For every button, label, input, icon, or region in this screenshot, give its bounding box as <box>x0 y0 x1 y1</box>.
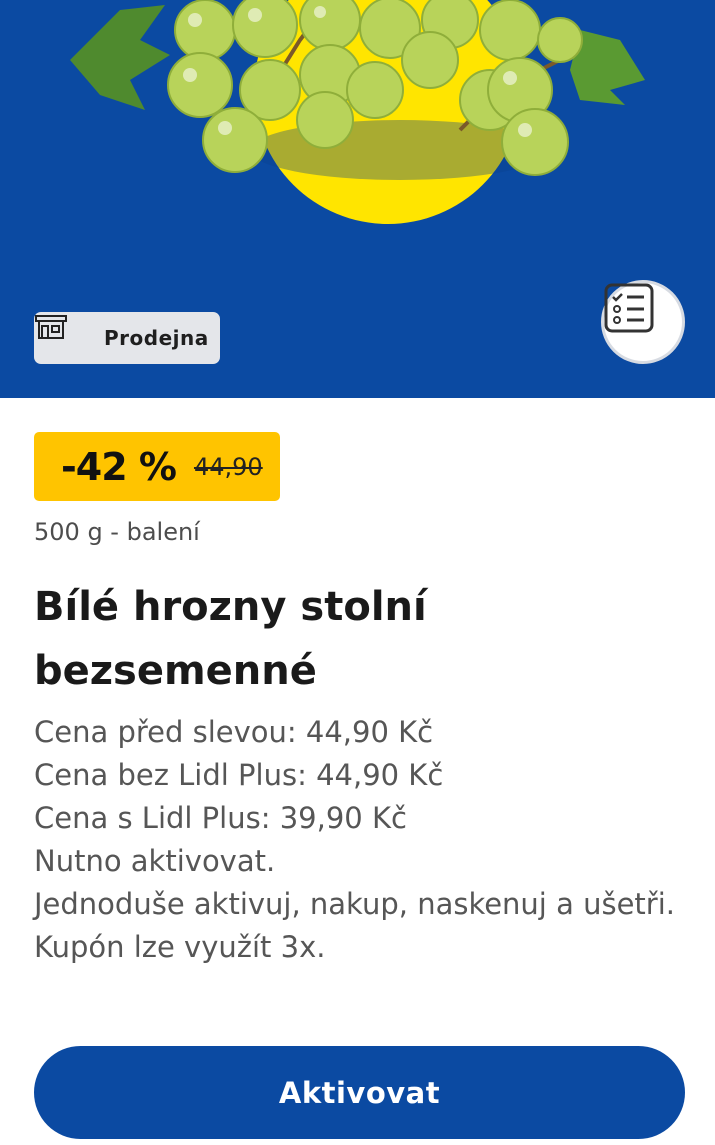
price-badge: -42 % 44,90 <box>34 432 280 501</box>
product-unit: 500 g - balení <box>34 518 200 546</box>
product-title: Bílé hrozny stolní bezsemenné <box>34 575 674 703</box>
product-hero-image: Prodejna <box>0 0 715 398</box>
description-line: Kupón lze využít 3x. <box>34 930 326 964</box>
product-title-line: bezsemenné <box>34 648 317 694</box>
activate-button[interactable]: Aktivovat <box>34 1046 685 1139</box>
store-chip-label: Prodejna <box>104 326 209 350</box>
description-line: Cena s Lidl Plus: 39,90 Kč <box>34 801 407 835</box>
store-icon <box>35 315 86 353</box>
description-line: Cena před slevou: 44,90 Kč <box>34 715 434 749</box>
shopping-list-button[interactable] <box>601 280 685 364</box>
description-line: Nutno aktivovat. <box>34 844 276 878</box>
old-price: 44,90 <box>193 452 263 481</box>
discount-percent: -42 % <box>61 444 177 489</box>
description-line: Jednoduše aktivuj, nakup, naskenuj a uše… <box>34 887 675 921</box>
product-title-line: Bílé hrozny stolní <box>34 584 427 630</box>
store-chip[interactable]: Prodejna <box>34 312 220 364</box>
product-description: Cena před slevou: 44,90 Kč Cena bez Lidl… <box>34 711 684 969</box>
description-line: Cena bez Lidl Plus: 44,90 Kč <box>34 758 444 792</box>
